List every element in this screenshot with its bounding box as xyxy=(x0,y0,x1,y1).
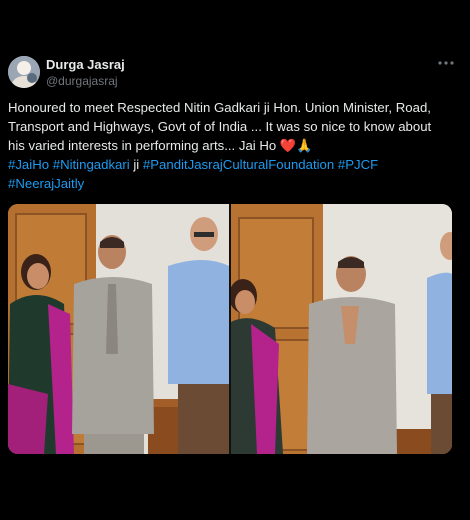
media-grid xyxy=(8,204,452,454)
media-photo-group[interactable] xyxy=(8,204,229,454)
heart-emoji-icon: ❤️ xyxy=(279,138,297,153)
tweet-hashtags-line-2: #NeerajJaitly xyxy=(8,174,458,193)
hashtag-jaiho[interactable]: #JaiHo xyxy=(8,157,49,172)
tweet-text: Honoured to meet Respected Nitin Gadkari… xyxy=(8,98,458,193)
tweet-text-line-1: Honoured to meet Respected Nitin Gadkari… xyxy=(8,100,431,115)
more-horizontal-icon[interactable] xyxy=(436,56,456,72)
text-ji: ji xyxy=(129,157,143,172)
hashtag-panditjasrajculturalfoundation[interactable]: #PanditJasrajCulturalFoundation xyxy=(143,157,334,172)
tweet-header: Durga Jasraj @durgajasraj xyxy=(8,56,462,92)
tweet-text-line-3: his varied interests in performing arts.… xyxy=(8,136,458,155)
avatar[interactable] xyxy=(8,56,40,88)
hashtag-nitingadkari[interactable]: #Nitingadkari xyxy=(53,157,130,172)
hashtag-neerajjaitly[interactable]: #NeerajJaitly xyxy=(8,176,84,191)
hashtag-pjcf[interactable]: #PJCF xyxy=(338,157,378,172)
media-photo-namaste[interactable] xyxy=(231,204,452,454)
tweet-text-line-2: Transport and Highways, Govt of of India… xyxy=(8,119,432,134)
tweet-text-line-3-text: his varied interests in performing arts.… xyxy=(8,138,280,153)
author-handle[interactable]: @durgajasraj xyxy=(46,73,125,89)
tweet-hashtags-line-1: #JaiHo #Nitingadkari ji #PanditJasrajCul… xyxy=(8,155,458,174)
author-names: Durga Jasraj @durgajasraj xyxy=(46,57,125,89)
author-display-name[interactable]: Durga Jasraj xyxy=(46,57,125,73)
pray-emoji-icon: 🙏 xyxy=(296,138,313,153)
